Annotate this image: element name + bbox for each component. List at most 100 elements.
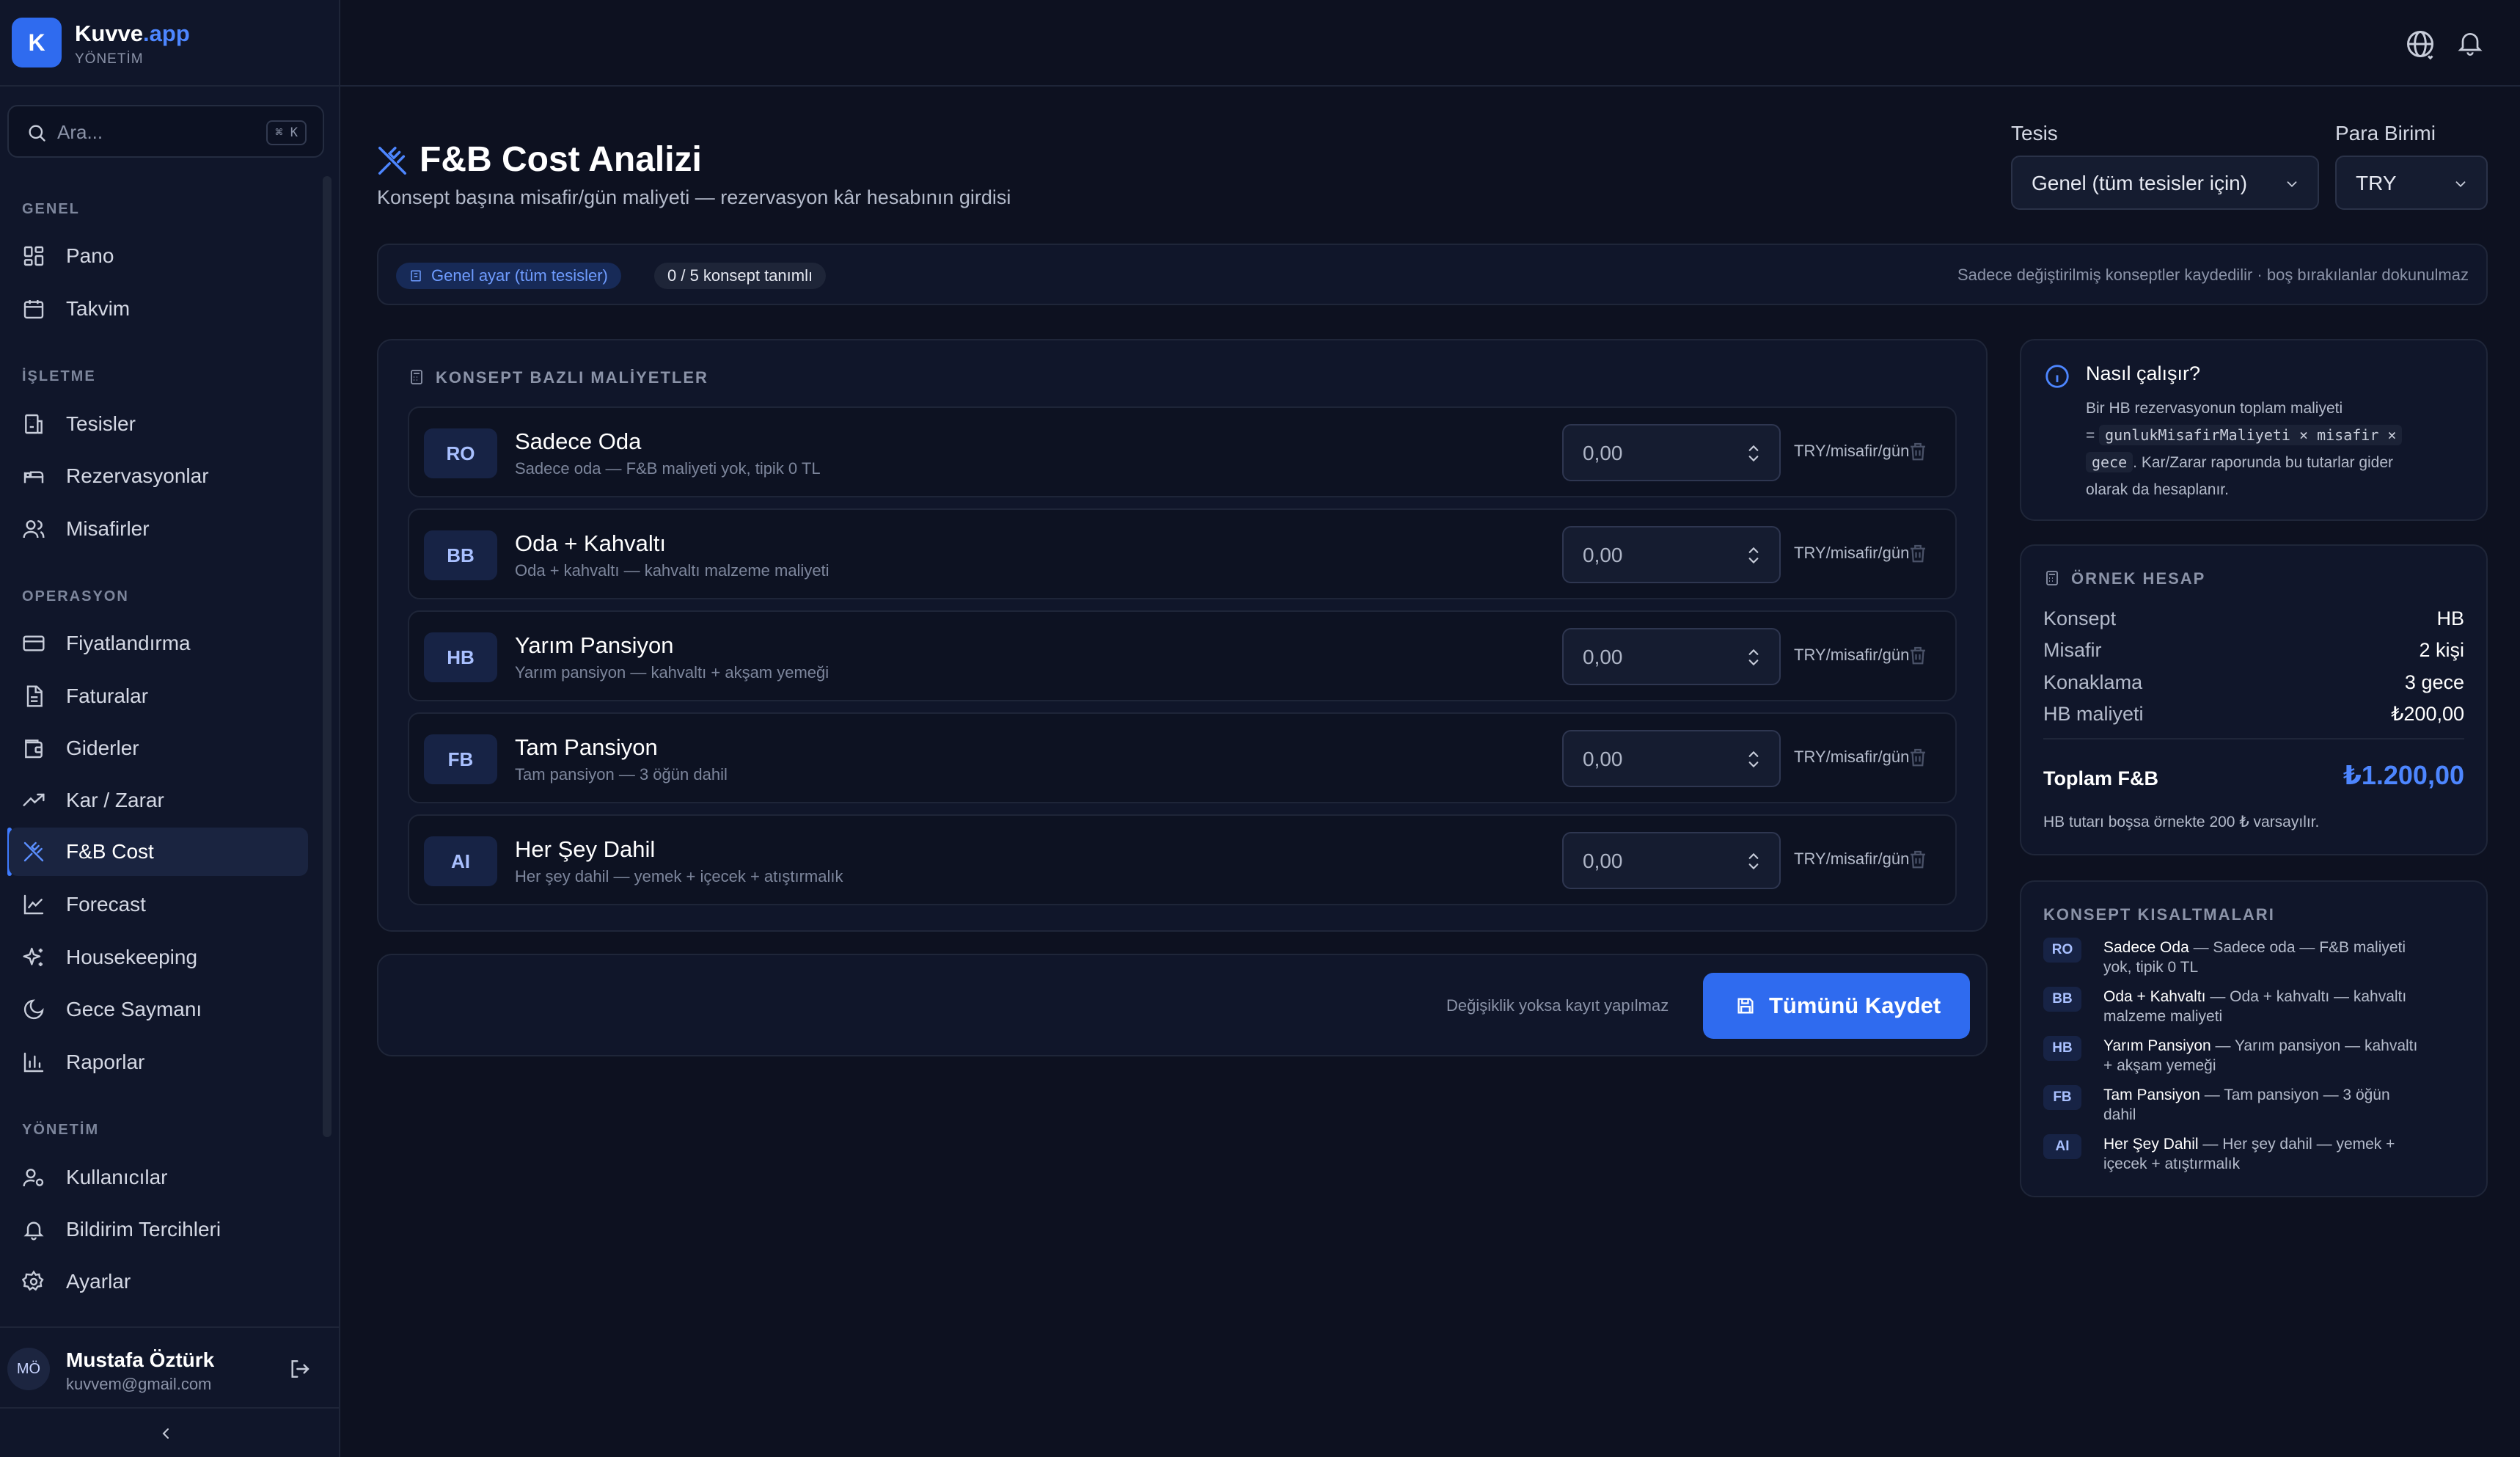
abbr-name: Her Şey Dahil bbox=[2103, 1136, 2199, 1153]
brand-logo: K bbox=[12, 18, 62, 67]
trash-icon[interactable] bbox=[1907, 440, 1929, 462]
sidebar-scrollbar[interactable] bbox=[323, 176, 332, 1137]
abbr-desc: — Tam pansiyon — 3 öğün bbox=[2199, 1087, 2390, 1103]
sidebar-item-gece-saymani[interactable]: Gece Saymanı bbox=[9, 985, 308, 1034]
concept-code: AI bbox=[424, 836, 497, 886]
trending-up-icon bbox=[23, 793, 45, 806]
search-shortcut: ⌘ K bbox=[266, 120, 307, 145]
file-icon bbox=[26, 685, 43, 707]
grid-icon bbox=[23, 246, 44, 266]
abbr-desc: dahil bbox=[2103, 1106, 2136, 1123]
example-title: ÖRNEK HESAP bbox=[2071, 569, 2206, 588]
cost-unit: TRY/misafir/gün bbox=[1794, 544, 1910, 562]
sidebar-item-label: Misafirler bbox=[66, 517, 150, 540]
chevron-down-icon bbox=[2455, 181, 2466, 188]
save-icon bbox=[1737, 998, 1754, 1014]
nav-section-operasyon: OPERASYON bbox=[22, 588, 129, 605]
concept-row: BB Oda + Kahvaltı Oda + kahvaltı — kahva… bbox=[408, 508, 1957, 599]
example-key: Misafir bbox=[2043, 639, 2102, 661]
concept-row: AI Her Şey Dahil Her şey dahil — yemek +… bbox=[408, 814, 1957, 905]
moon-icon bbox=[23, 999, 44, 1020]
brand[interactable]: K Kuvve.app YÖNETİM bbox=[0, 0, 339, 87]
sidebar-item-giderler[interactable]: Giderler bbox=[9, 724, 308, 773]
currency-select[interactable]: TRY bbox=[2335, 156, 2488, 210]
sidebar-item-housekeeping[interactable]: Housekeeping bbox=[9, 933, 308, 982]
sidebar-item-raporlar[interactable]: Raporlar bbox=[9, 1038, 308, 1087]
cost-input[interactable] bbox=[1583, 440, 1729, 467]
abbr-name: Tam Pansiyon bbox=[2103, 1087, 2200, 1103]
abbr-text: Yarım Pansiyon — Yarım pansiyon — kahval… bbox=[2103, 1036, 2466, 1076]
user-profile: MÖ Mustafa Öztürk kuvvem@gmail.com bbox=[0, 1326, 339, 1407]
save-all-button[interactable]: Tümünü Kaydet bbox=[1703, 973, 1970, 1039]
concept-row: FB Tam Pansiyon Tam pansiyon — 3 öğün da… bbox=[408, 712, 1957, 803]
stepper-arrows-icon[interactable] bbox=[1744, 748, 1763, 771]
bell-icon[interactable] bbox=[2455, 28, 2485, 57]
example-value: 3 gece bbox=[2404, 671, 2464, 693]
abbr-text: Her Şey Dahil — Her şey dahil — yemek + i… bbox=[2103, 1134, 2466, 1174]
sidebar-item-label: Fiyatlandırma bbox=[66, 632, 191, 654]
stepper-arrows-icon[interactable] bbox=[1744, 544, 1763, 567]
cost-input[interactable] bbox=[1583, 848, 1729, 874]
sidebar-item-tesisler[interactable]: Tesisler bbox=[9, 400, 308, 448]
cost-input[interactable] bbox=[1583, 644, 1729, 671]
trash-icon[interactable] bbox=[1907, 746, 1929, 768]
stepper-arrows-icon[interactable] bbox=[1744, 442, 1763, 465]
search-input[interactable] bbox=[57, 118, 241, 146]
trash-icon[interactable] bbox=[1907, 644, 1929, 666]
sidebar-item-label: Ayarlar bbox=[66, 1270, 131, 1293]
sidebar-item-misafirler[interactable]: Misafirler bbox=[9, 505, 308, 553]
how-text: Bir HB rezervasyonun toplam maliyeti = g… bbox=[2086, 395, 2453, 503]
sidebar: K Kuvve.app YÖNETİM ⌘ K GENEL Pano Takvi… bbox=[0, 0, 340, 1457]
cost-unit: TRY/misafir/gün bbox=[1794, 748, 1910, 766]
logout-icon[interactable] bbox=[287, 1357, 311, 1381]
abbr-code: FB bbox=[2043, 1085, 2081, 1110]
concept-code: FB bbox=[424, 734, 497, 784]
cost-stepper[interactable] bbox=[1562, 424, 1781, 481]
sidebar-item-fiyatlandirma[interactable]: Fiyatlandırma bbox=[9, 619, 308, 668]
concept-costs-card: KONSEPT BAZLI MALİYETLER RO Sadece Oda S… bbox=[377, 339, 1988, 932]
avatar[interactable]: MÖ bbox=[7, 1348, 50, 1390]
sidebar-item-kar-zarar[interactable]: Kar / Zarar bbox=[9, 776, 308, 825]
abbr-desc: — Her şey dahil — yemek + bbox=[2198, 1136, 2395, 1153]
sidebar-item-forecast[interactable]: Forecast bbox=[9, 880, 308, 929]
abbr-text: Tam Pansiyon — Tam pansiyon — 3 öğün dahi… bbox=[2103, 1085, 2466, 1125]
facility-select[interactable]: Genel (tüm tesisler için) bbox=[2011, 156, 2319, 210]
search-box[interactable]: ⌘ K bbox=[7, 105, 324, 158]
concept-name: Tam Pansiyon bbox=[515, 734, 658, 760]
stepper-arrows-icon[interactable] bbox=[1744, 850, 1763, 873]
sidebar-collapse-button[interactable] bbox=[0, 1407, 339, 1457]
example-note: HB tutarı boşsa örnekte 200 ₺ varsayılır… bbox=[2043, 814, 2320, 830]
example-value: HB bbox=[2436, 607, 2464, 629]
bar-chart-icon bbox=[23, 1052, 44, 1073]
cost-stepper[interactable] bbox=[1562, 832, 1781, 889]
calculator-icon bbox=[2046, 571, 2058, 585]
user-name: Mustafa Öztürk bbox=[66, 1348, 215, 1371]
abbr-name: Sadece Oda bbox=[2103, 939, 2189, 956]
how-title: Nasıl çalışır? bbox=[2086, 362, 2201, 384]
building-icon bbox=[411, 270, 421, 282]
page-subtitle: Konsept başına misafir/gün maliyeti — re… bbox=[377, 186, 1011, 208]
abbr-desc: — Sadece oda — F&B maliyeti bbox=[2188, 939, 2406, 956]
cost-input[interactable] bbox=[1583, 542, 1729, 569]
trash-icon[interactable] bbox=[1907, 848, 1929, 870]
cost-input[interactable] bbox=[1583, 746, 1729, 773]
globe-icon[interactable] bbox=[2404, 28, 2436, 60]
sidebar-item-rezervasyonlar[interactable]: Rezervasyonlar bbox=[9, 452, 308, 500]
concept-name: Her Şey Dahil bbox=[515, 836, 656, 862]
stepper-arrows-icon[interactable] bbox=[1744, 646, 1763, 669]
trash-icon[interactable] bbox=[1907, 542, 1929, 564]
sidebar-item-fb-cost[interactable]: F&B Cost bbox=[9, 828, 308, 876]
sidebar-item-pano[interactable]: Pano bbox=[9, 232, 308, 280]
sidebar-item-faturalar[interactable]: Faturalar bbox=[9, 672, 308, 720]
sidebar-item-bildirim-tercihleri[interactable]: Bildirim Tercihleri bbox=[9, 1205, 308, 1254]
cost-stepper[interactable] bbox=[1562, 526, 1781, 583]
sidebar-item-kullanicilar[interactable]: Kullanıcılar bbox=[9, 1153, 308, 1202]
count-badge: 0 / 5 konsept tanımlı bbox=[654, 263, 827, 289]
sidebar-item-ayarlar[interactable]: Ayarlar bbox=[9, 1257, 308, 1306]
cost-stepper[interactable] bbox=[1562, 730, 1781, 787]
sidebar-item-label: Faturalar bbox=[66, 684, 149, 707]
sidebar-item-takvim[interactable]: Takvim bbox=[9, 285, 308, 333]
nav-section-isletme: İŞLETME bbox=[22, 368, 96, 384]
example-value: 2 kişi bbox=[2419, 639, 2464, 661]
cost-stepper[interactable] bbox=[1562, 628, 1781, 685]
